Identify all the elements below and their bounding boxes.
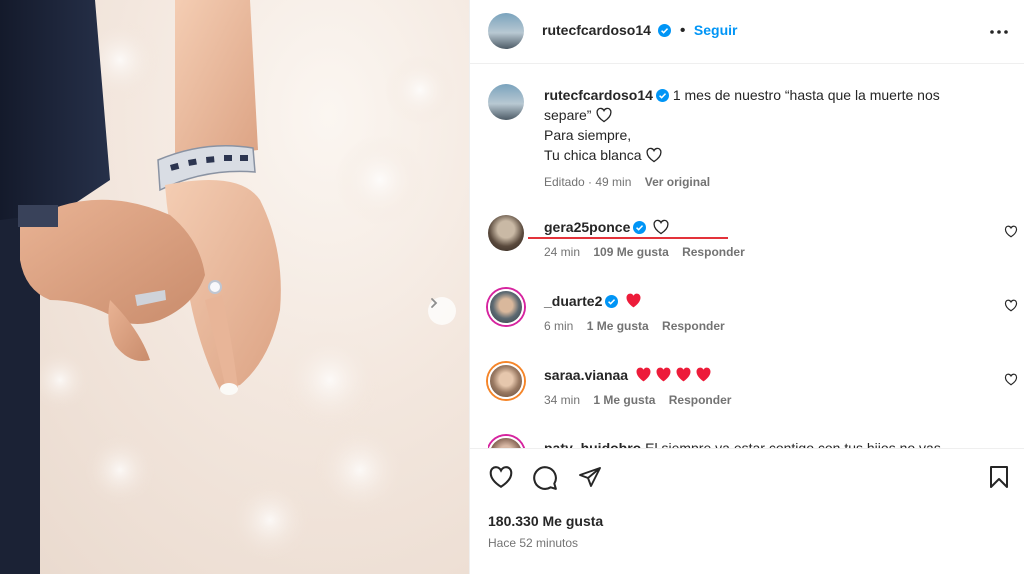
- caption-edited: Editado · 49 min: [544, 175, 632, 189]
- caption-line-2: separe”: [544, 107, 592, 123]
- comment-item: paty_huidobro El siempre va estar contig…: [488, 430, 1018, 448]
- comment-text: El siempre va estar contigo con tus hijo…: [645, 440, 941, 448]
- heart-red-icon: [636, 367, 651, 382]
- comment-likes[interactable]: 1 Me gusta: [587, 319, 649, 333]
- heart-outline-icon[interactable]: [1004, 299, 1018, 312]
- comment-username[interactable]: paty_huidobro: [544, 440, 641, 448]
- post-side-panel: rutecfcardoso14 • Seguir rutecfcardoso14…: [469, 0, 1024, 574]
- verified-icon: [655, 89, 669, 102]
- caption-line-4: Tu chica blanca: [544, 147, 642, 163]
- verified-icon: [605, 295, 619, 308]
- verified-icon: [658, 24, 672, 37]
- heart-outline-icon: [646, 147, 662, 163]
- heart-red-icon: [676, 367, 691, 382]
- reply-button[interactable]: Responder: [662, 319, 725, 333]
- comment-username[interactable]: saraa.vianaa: [544, 367, 628, 383]
- commenter-avatar[interactable]: [488, 215, 524, 251]
- comment-time: 24 min: [544, 245, 581, 259]
- dot-separator: •: [679, 22, 686, 39]
- heart-outline-icon[interactable]: [488, 465, 514, 489]
- heart-outline-icon: [596, 107, 612, 123]
- comment-icon[interactable]: [532, 465, 558, 491]
- post-header: rutecfcardoso14 • Seguir: [470, 0, 1024, 64]
- heart-outline-icon[interactable]: [1004, 373, 1018, 386]
- heart-red-icon: [656, 367, 671, 382]
- share-icon[interactable]: [577, 465, 603, 489]
- reply-button[interactable]: Responder: [669, 393, 732, 407]
- author-username[interactable]: rutecfcardoso14: [542, 22, 651, 38]
- commenter-avatar[interactable]: [488, 363, 524, 399]
- comment-likes[interactable]: 109 Me gusta: [593, 245, 668, 259]
- heart-outline-icon[interactable]: [1004, 225, 1018, 238]
- likes-count[interactable]: 180.330 Me gusta: [488, 513, 603, 529]
- comment-username[interactable]: _duarte2: [544, 293, 602, 309]
- post-time: Hace 52 minutos: [488, 536, 579, 550]
- caption-avatar[interactable]: [488, 84, 524, 120]
- author-avatar[interactable]: [488, 13, 524, 49]
- action-bar: 180.330 Me gusta Hace 52 minutos: [470, 448, 1024, 574]
- reply-button[interactable]: Responder: [682, 245, 745, 259]
- commenter-avatar[interactable]: [488, 289, 524, 325]
- verified-icon: [633, 221, 647, 234]
- caption-username[interactable]: rutecfcardoso14: [544, 87, 653, 103]
- comment-time: 6 min: [544, 319, 574, 333]
- more-icon[interactable]: [989, 22, 1009, 42]
- heart-outline-icon: [653, 219, 669, 235]
- comment-time: 34 min: [544, 393, 581, 407]
- comment-likes[interactable]: 1 Me gusta: [593, 393, 655, 407]
- chevron-right-icon: [431, 298, 438, 308]
- commenter-avatar[interactable]: [488, 436, 524, 448]
- post-photo[interactable]: [0, 0, 469, 574]
- carousel-next-button[interactable]: [428, 297, 456, 325]
- heart-red-icon: [626, 293, 641, 308]
- view-original-link[interactable]: Ver original: [645, 175, 710, 189]
- caption-line-1: 1 mes de nuestro “hasta que la muerte no…: [672, 87, 940, 103]
- caption-line-3: Para siempre,: [544, 127, 632, 143]
- wedding-hands-image: [0, 0, 455, 574]
- follow-button[interactable]: Seguir: [694, 22, 738, 38]
- heart-red-icon: [696, 367, 711, 382]
- bookmark-icon[interactable]: [988, 465, 1010, 489]
- comment-username[interactable]: gera25ponce: [544, 219, 630, 235]
- red-underline-annotation: [528, 237, 728, 239]
